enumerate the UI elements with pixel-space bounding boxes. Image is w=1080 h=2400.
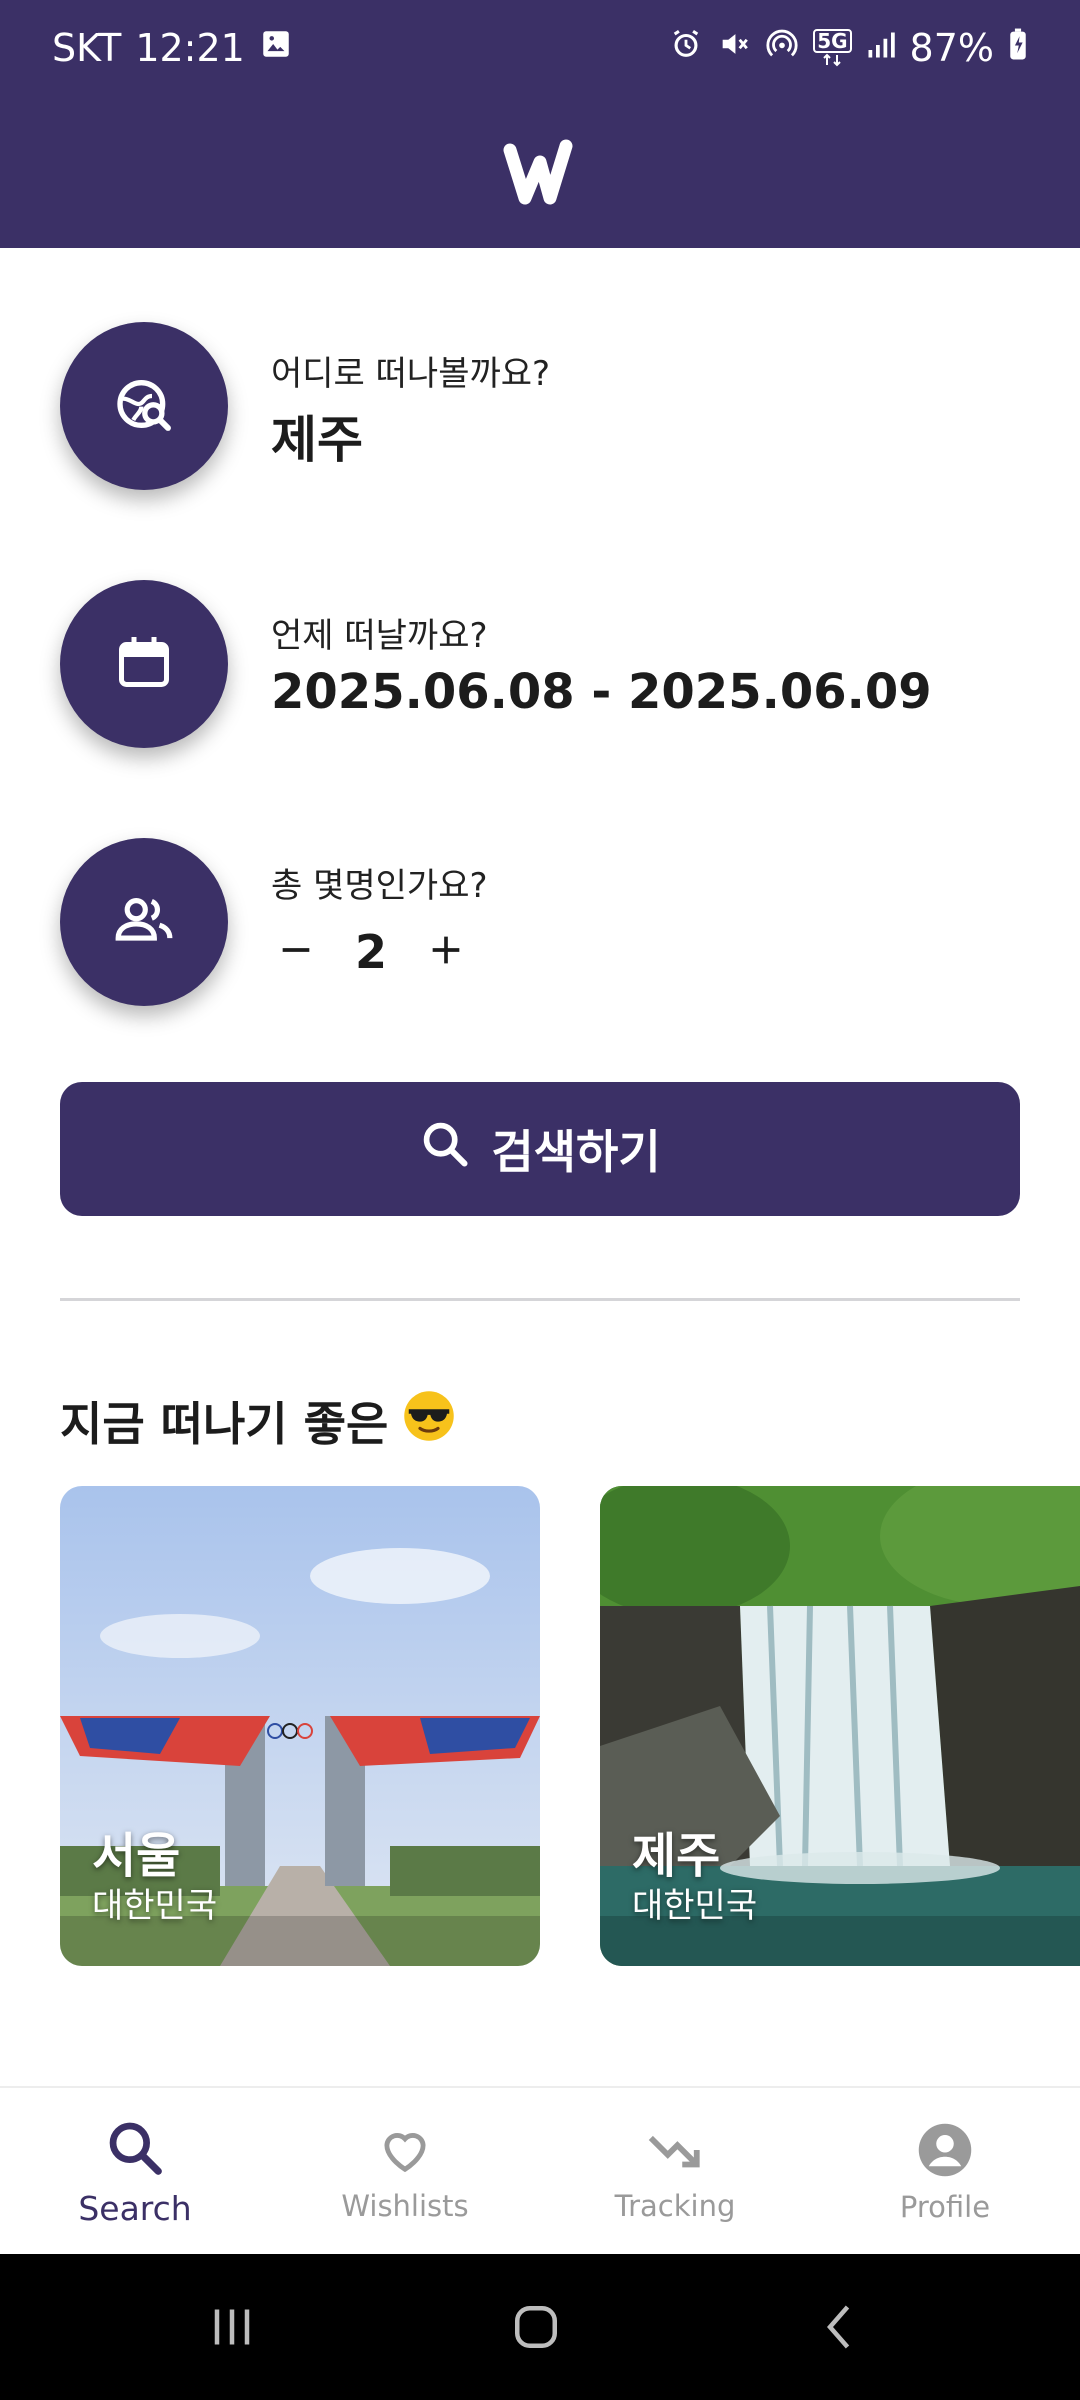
- date-row[interactable]: 언제 떠날까요? 2025.06.08 - 2025.06.09: [60, 580, 1020, 750]
- divider: [60, 1298, 1020, 1301]
- w-logo-icon: [500, 132, 580, 216]
- search-button-label: 검색하기: [491, 1125, 661, 1179]
- nav-wishlists-label: Wishlists: [341, 2189, 469, 2223]
- plus-icon: [426, 930, 466, 974]
- date-button[interactable]: [60, 580, 228, 748]
- card-city: 서울: [92, 1828, 181, 1884]
- nav-search[interactable]: Search: [0, 2088, 270, 2256]
- search-icon: [104, 2117, 166, 2183]
- date-label: 언제 떠날까요?: [271, 616, 488, 656]
- battery-charging-icon: [1008, 26, 1028, 70]
- bottom-navigation: Search Wishlists Tracking Profile: [0, 2086, 1080, 2256]
- guests-button[interactable]: [60, 838, 228, 1006]
- profile-icon: [915, 2120, 975, 2184]
- hotspot-icon: [765, 26, 799, 70]
- back-icon: [810, 2297, 870, 2361]
- home-button[interactable]: [496, 2294, 576, 2364]
- signal-icon: [866, 26, 896, 70]
- card-country: 대한민국: [92, 1886, 218, 1926]
- search-icon: [419, 1118, 471, 1181]
- people-icon: [113, 889, 175, 955]
- nav-profile[interactable]: Profile: [810, 2088, 1080, 2256]
- guests-row: 총 몇명인가요? 2: [60, 838, 1020, 1008]
- calendar-icon: [114, 632, 174, 696]
- back-button[interactable]: [800, 2294, 880, 2364]
- search-button[interactable]: 검색하기: [60, 1082, 1020, 1216]
- alarm-icon: [669, 26, 703, 70]
- destination-label: 어디로 떠나볼까요?: [271, 354, 551, 394]
- destination-button[interactable]: [60, 322, 228, 490]
- guest-stepper: 2: [271, 922, 471, 982]
- recents-icon: [202, 2297, 262, 2361]
- nav-profile-label: Profile: [899, 2190, 991, 2224]
- sunglasses-emoji-icon: [402, 1389, 456, 1454]
- carrier: SKT: [52, 26, 122, 70]
- destination-card-seoul[interactable]: 서울 대한민국: [60, 1486, 540, 1966]
- globe-search-icon: [112, 372, 176, 440]
- destination-card-jeju[interactable]: 제주 대한민국: [600, 1486, 1080, 1966]
- nav-tracking[interactable]: Tracking: [540, 2088, 810, 2256]
- status-bar: SKT 12:21 5G 87%: [0, 0, 1080, 100]
- nav-tracking-label: Tracking: [614, 2189, 736, 2223]
- date-range-value[interactable]: 2025.06.08 - 2025.06.09: [271, 664, 932, 720]
- network-badge: 5G: [813, 29, 852, 53]
- battery-percent: 87%: [909, 26, 994, 70]
- trend-down-icon: [646, 2121, 704, 2183]
- clock: 12:21: [135, 26, 245, 70]
- increment-button[interactable]: [421, 922, 471, 982]
- card-city: 제주: [632, 1828, 721, 1884]
- guests-label: 총 몇명인가요?: [271, 866, 488, 906]
- heart-icon: [376, 2121, 434, 2183]
- guest-count: 2: [354, 925, 387, 979]
- decrement-button[interactable]: [271, 922, 321, 982]
- destination-row[interactable]: 어디로 떠나볼까요? 제주: [60, 322, 1020, 492]
- recents-button[interactable]: [192, 2294, 272, 2364]
- minus-icon: [276, 930, 316, 974]
- mute-icon: [717, 26, 751, 70]
- recommend-title-text: 지금 떠나기 좋은: [60, 1397, 389, 1451]
- app-header: [0, 100, 1080, 248]
- home-icon: [506, 2297, 566, 2361]
- nav-search-label: Search: [78, 2188, 192, 2228]
- system-navigation-bar: [0, 2254, 1080, 2400]
- destination-value[interactable]: 제주: [271, 400, 363, 472]
- nav-wishlists[interactable]: Wishlists: [270, 2088, 540, 2256]
- recommend-title: 지금 떠나기 좋은: [60, 1388, 456, 1454]
- card-country: 대한민국: [632, 1886, 758, 1926]
- 5g-icon: 5G: [813, 29, 852, 67]
- image-icon: [259, 26, 293, 70]
